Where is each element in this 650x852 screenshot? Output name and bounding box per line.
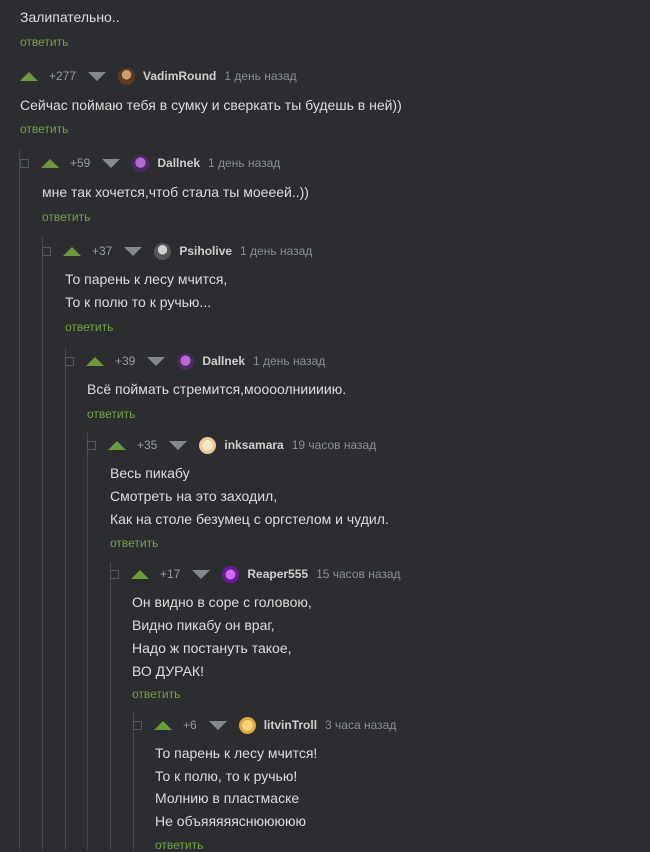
reply-link[interactable]: ответить (42, 210, 90, 224)
comment-text: Не объяяяяяснююююю (155, 813, 307, 829)
avatar[interactable] (132, 154, 150, 172)
comment-header: +17 Reaper555 15 часов назад (110, 563, 401, 585)
avatar[interactable] (199, 436, 217, 454)
reply-link[interactable]: ответить (110, 536, 158, 550)
upvote-icon[interactable] (86, 356, 104, 366)
comment-time: 1 день назад (224, 69, 297, 83)
comment-time: 1 день назад (208, 156, 281, 170)
collapse-toggle[interactable] (110, 569, 119, 579)
comment-text: То парень к лесу мчится! (155, 745, 318, 761)
comment-time: 1 день назад (240, 244, 313, 258)
reply-link[interactable]: ответить (65, 320, 113, 334)
comment-author[interactable]: inksamara (224, 438, 283, 452)
reply-link[interactable]: ответить (132, 687, 180, 701)
avatar[interactable] (118, 67, 136, 85)
downvote-icon[interactable] (102, 158, 121, 168)
comment-text: мне так хочется,чтоб стала ты моееей..)) (42, 184, 309, 200)
upvote-icon[interactable] (20, 71, 38, 81)
reply-link[interactable]: ответить (87, 407, 135, 421)
comment-text: Залипательно.. (20, 9, 120, 25)
collapse-toggle[interactable] (133, 720, 142, 730)
comment-rating: +59 (70, 156, 91, 170)
upvote-icon[interactable] (41, 158, 59, 168)
downvote-icon[interactable] (169, 440, 188, 450)
downvote-icon[interactable] (192, 569, 211, 579)
comment-rating: +6 (183, 718, 197, 732)
collapse-toggle[interactable] (42, 246, 51, 256)
collapse-toggle[interactable] (65, 356, 74, 366)
reply-link[interactable]: ответить (20, 122, 68, 136)
upvote-icon[interactable] (154, 720, 172, 730)
comment-text: Как на столе безумец с оргстелом и чудил… (110, 511, 389, 527)
downvote-icon[interactable] (208, 720, 227, 730)
thread-line[interactable] (19, 150, 20, 850)
comment-text: Надо ж постануть такое, (132, 640, 292, 656)
comment-time: 3 часа назад (325, 718, 397, 732)
comment-text: Молнию в пластмаске (155, 790, 300, 806)
comment-rating: +277 (49, 69, 77, 83)
comment-text: ВО ДУРАК! (132, 663, 204, 679)
downvote-icon[interactable] (88, 71, 107, 81)
comment-thread: Залипательно.. ответить +277 VadimRound … (0, 0, 650, 852)
thread-line[interactable] (65, 348, 66, 850)
comment-header: +59 Dallnek 1 день назад (20, 152, 280, 174)
comment-text: То к полю то к ручью... (65, 294, 212, 310)
comment-rating: +17 (160, 567, 181, 581)
downvote-icon[interactable] (147, 356, 166, 366)
comment-rating: +35 (137, 438, 158, 452)
comment-text: Всё поймать стремится,моооолниииию. (87, 381, 347, 397)
thread-line[interactable] (110, 562, 111, 850)
comment-text: Видно пикабу он враг, (132, 617, 275, 633)
comment-rating: +37 (92, 244, 113, 258)
comment-author[interactable]: litvinTroll (264, 718, 317, 732)
thread-line[interactable] (42, 237, 43, 850)
avatar[interactable] (177, 352, 195, 370)
comment-header: +37 Psiholive 1 день назад (42, 240, 312, 262)
comment-rating: +39 (115, 354, 136, 368)
comment-header: +39 Dallnek 1 день назад (65, 350, 325, 372)
comment-author[interactable]: Dallnek (202, 354, 245, 368)
collapse-toggle[interactable] (20, 158, 29, 168)
avatar[interactable] (154, 242, 172, 260)
avatar[interactable] (238, 716, 256, 734)
upvote-icon[interactable] (108, 440, 126, 450)
comment-time: 1 день назад (253, 354, 326, 368)
upvote-icon[interactable] (131, 569, 149, 579)
downvote-icon[interactable] (124, 246, 143, 256)
comment-time: 19 часов назад (291, 438, 377, 452)
comment-time: 15 часов назад (316, 567, 401, 581)
comment-author[interactable]: Reaper555 (247, 567, 308, 581)
comment-text: Весь пикабу (110, 465, 190, 481)
comment-header: +6 litvinTroll 3 часа назад (133, 714, 396, 736)
comment-text: Сейчас поймаю тебя в сумку и сверкать ты… (20, 97, 402, 113)
comment-author[interactable]: VadimRound (143, 69, 216, 83)
comment-text: То парень к лесу мчится, (65, 271, 228, 287)
comment-text: Он видно в соре с головою, (132, 594, 312, 610)
reply-link[interactable]: ответить (20, 35, 68, 49)
comment-author[interactable]: Psiholive (179, 244, 232, 258)
collapse-toggle[interactable] (87, 440, 96, 450)
upvote-icon[interactable] (63, 246, 81, 256)
comment-header: +277 VadimRound 1 день назад (20, 65, 297, 87)
comment-author[interactable]: Dallnek (157, 156, 200, 170)
comment-text: То к полю, то к ручью! (155, 768, 298, 784)
comment-text: Смотреть на это заходил, (110, 488, 278, 504)
avatar[interactable] (222, 565, 240, 583)
comment-header: +35 inksamara 19 часов назад (87, 434, 376, 456)
thread-line[interactable] (87, 432, 88, 850)
